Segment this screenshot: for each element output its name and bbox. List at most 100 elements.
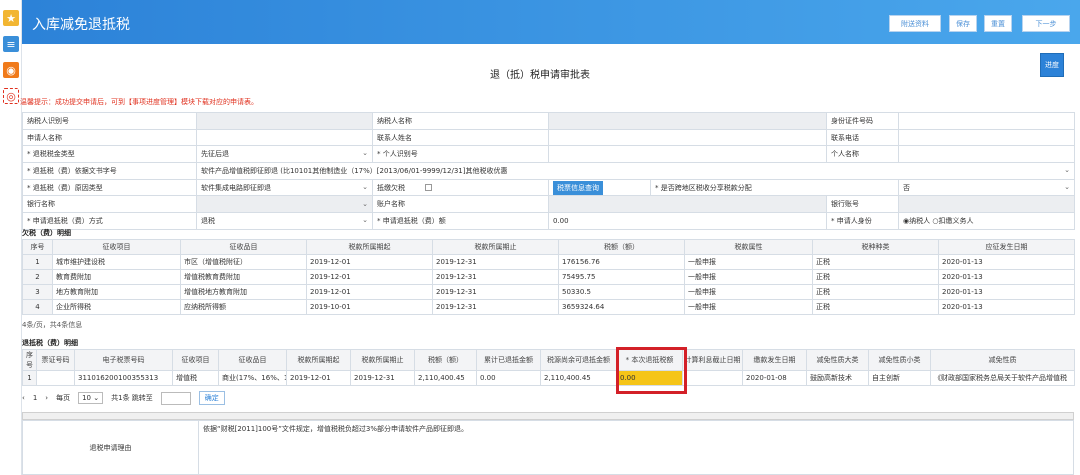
refund-col-header: 征收品目 [218, 349, 287, 371]
table-cell [36, 370, 75, 386]
refund-type-select[interactable]: 先征后退 ⌄ [196, 145, 373, 164]
page-header: 入库减免退抵税 附送资料 保存 重置 下一步 [22, 0, 1080, 44]
table-row[interactable]: 3 地方教育附加 增值税地方教育附加 2019-12-01 2019-12-31 5033… [22, 284, 1075, 300]
refund-type-value: 先征后退 [201, 150, 229, 159]
jump-page-input[interactable] [160, 391, 191, 405]
refund-reason-label: * 退抵税（费）原因类型 [22, 178, 197, 197]
table-cell: 2020-01-13 [938, 269, 1075, 285]
personal-id-input[interactable] [548, 145, 827, 164]
personal-name-label: 个人名称 [826, 145, 899, 164]
refund-reason-select[interactable]: 软件集成电路即征即退 ⌄ [196, 178, 373, 197]
cross-region-select[interactable]: 否 ⌄ [898, 178, 1075, 197]
owed-section-title: 欠税（费）明细 [22, 229, 71, 237]
owed-col-header: 征收项目 [52, 239, 181, 255]
page-title: 入库减免退抵税 [32, 17, 130, 33]
personal-name-input[interactable] [898, 145, 1075, 164]
star-icon[interactable]: ★ [3, 10, 19, 26]
tax-query-cell: 税票信息查询 [548, 178, 651, 197]
table-cell: 2019-10-01 [306, 299, 433, 315]
taxpayer-id-value [196, 112, 373, 130]
table-row[interactable]: 4 企业所得税 应纳税所得额 2019-10-01 2019-12-31 3659324.… [22, 299, 1075, 315]
table-cell: 应纳税所得额 [180, 299, 307, 315]
progress-button[interactable]: 进度 [1040, 53, 1064, 77]
reason-text[interactable]: 依据“财税[2011]100号”文件规定，增值税税负超过3%部分申请软件产品即征… [203, 424, 468, 434]
refund-col-header: 税款所属期止 [350, 349, 415, 371]
taxpayer-id-label: 纳税人识别号 [22, 112, 197, 130]
attach-docs-button[interactable]: 附送资料 [889, 15, 941, 32]
contact-phone-input[interactable] [898, 128, 1075, 147]
contact-phone-label: 联系电话 [826, 128, 899, 147]
table-cell: 3 [22, 284, 53, 300]
basis-doc-label: * 退抵税（费）依据文书字号 [22, 162, 197, 180]
table-cell: 2019-12-31 [432, 254, 559, 270]
table-cell: 2,110,400.45 [540, 370, 617, 386]
chevron-down-icon: ⌄ [362, 182, 368, 191]
taxpayer-name-label: 纳税人名称 [372, 112, 549, 130]
bank-account-label: 银行账号 [826, 195, 899, 214]
application-form: 纳税人识别号 纳税人名称 身份证件号码 申请人名称 联系人姓名 联系电话 * 退… [22, 112, 1075, 230]
table-cell: 2019-12-31 [350, 370, 415, 386]
table-row[interactable]: 1311016200100355313增值税商业(17%、16%、1…2019-… [22, 370, 1075, 386]
table-cell: 2 [22, 269, 53, 285]
account-name-label: 账户名称 [372, 195, 549, 214]
applicant-role-radios: ◉纳税人 ○扣缴义务人 [898, 212, 1075, 230]
table-cell: 一般申报 [684, 299, 813, 315]
refund-method-label: * 申请退抵税（费）方式 [22, 212, 197, 230]
next-page-icon[interactable]: › [45, 394, 48, 402]
list-icon[interactable]: ≡ [3, 36, 19, 52]
offset-arrears-label: 抵缴欠税 [372, 178, 549, 197]
reason-section: 退税申请理由 依据“财税[2011]100号”文件规定，增值税税负超过3%部分申… [22, 420, 1074, 475]
contact-name-input[interactable] [548, 128, 827, 147]
chevron-down-icon: ⌄ [362, 149, 368, 158]
refund-col-header: 票证号码 [36, 349, 75, 371]
owed-col-header: 税种种类 [812, 239, 939, 255]
page-number[interactable]: 1 [33, 394, 37, 402]
confirm-button[interactable]: 确定 [198, 391, 225, 405]
table-cell: 1 [22, 254, 53, 270]
table-cell: 50330.5 [558, 284, 685, 300]
total-info: 共1条 跳转至 [111, 394, 153, 402]
basis-doc-select[interactable]: 软件产品增值税即征即退 (比10101其他制造业（17%）[2013/06/01… [196, 162, 1075, 180]
refund-amount-input[interactable]: 0.00 [548, 212, 827, 230]
refund-col-header: 缴款发生日期 [742, 349, 807, 371]
table-row[interactable]: 1 城市维护建设税 市区（增值税附征） 2019-12-01 2019-12-31 176… [22, 254, 1075, 270]
table-cell: 2019-12-01 [306, 269, 433, 285]
table-cell: 2019-12-01 [306, 284, 433, 300]
table-cell [682, 370, 743, 386]
table-cell: 一般申报 [684, 254, 813, 270]
table-cell: 2,110,400.45 [414, 370, 477, 386]
refund-table: 序号 票证号码 电子税票号码 征收项目 征收品目 税款所属期起 税款所属期止 税额（额） 累计已… [22, 349, 1075, 386]
chevron-down-icon: ⌄ [1064, 182, 1070, 191]
target-icon[interactable]: ◎ [3, 88, 19, 104]
tax-query-button[interactable]: 税票信息查询 [553, 180, 603, 195]
prev-page-icon[interactable]: ‹ [22, 394, 25, 402]
owed-pager-info: 4条/页，共4条信息 [22, 321, 83, 329]
table-cell: 一般申报 [684, 284, 813, 300]
table-cell: 3659324.64 [558, 299, 685, 315]
horizontal-scrollbar[interactable] [22, 412, 1074, 420]
taxpayer-name-value [548, 112, 827, 130]
offset-arrears-checkbox[interactable] [425, 184, 433, 192]
per-page-select[interactable]: 10 ⌄ [78, 392, 104, 404]
refund-col-header: 序号 [22, 349, 37, 371]
save-button[interactable]: 保存 [949, 15, 977, 32]
refund-col-header: 税款所属期起 [286, 349, 351, 371]
applicant-name-input[interactable] [196, 128, 373, 147]
next-step-button[interactable]: 下一步 [1022, 15, 1070, 32]
owed-col-header: 征收品目 [180, 239, 307, 255]
id-number-input[interactable] [898, 112, 1075, 130]
reason-label: 退税申请理由 [23, 421, 199, 474]
refund-col-header: 税源尚余可退抵金额 [540, 349, 617, 371]
owed-col-header: 税款属性 [684, 239, 813, 255]
personal-id-label: * 个人识别号 [372, 145, 549, 164]
table-cell: 城市维护建设税 [52, 254, 181, 270]
table-cell: 增值税 [172, 370, 219, 386]
cross-region-value: 否 [903, 183, 910, 192]
table-cell: 正税 [812, 254, 939, 270]
reset-button[interactable]: 重置 [984, 15, 1012, 32]
bank-name-select[interactable]: ⌄ [196, 195, 373, 214]
table-row[interactable]: 2 教育费附加 增值税教育费附加 2019-12-01 2019-12-31 75495.… [22, 269, 1075, 285]
refund-method-select[interactable]: 退税 ⌄ [196, 212, 373, 230]
refund-col-header: 征收项目 [172, 349, 219, 371]
owed-col-header: 序号 [22, 239, 53, 255]
